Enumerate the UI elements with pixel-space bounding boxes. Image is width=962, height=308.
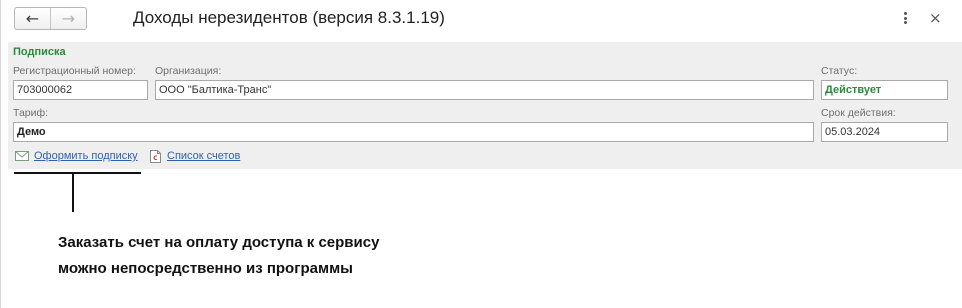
page: ← → Доходы нерезидентов (версия 8.3.1.19…: [0, 0, 962, 308]
callout-text: Заказать счет на оплату доступа к сервис…: [58, 230, 379, 282]
status-field: Действует: [821, 80, 948, 100]
navigation-buttons: ← →: [14, 7, 87, 30]
invoices-link-text[interactable]: Список счетов: [167, 150, 240, 162]
validity-label: Срок действия:: [821, 107, 896, 119]
forward-button[interactable]: →: [50, 8, 86, 29]
reg-number-label: Регистрационный номер:: [13, 65, 136, 77]
validity-field[interactable]: 05.03.2024: [821, 122, 948, 142]
more-vertical-icon[interactable]: [900, 10, 910, 26]
subscribe-link-text[interactable]: Оформить подписку: [34, 150, 138, 162]
subscribe-link[interactable]: Оформить подписку: [15, 148, 138, 164]
window-edge: [0, 0, 1, 308]
close-icon[interactable]: ×: [929, 9, 942, 27]
callout-pointer: [72, 174, 74, 212]
tariff-field[interactable]: Демо: [13, 122, 814, 142]
window-title: Доходы нерезидентов (версия 8.3.1.19): [133, 8, 445, 27]
subscription-panel: Подписка Регистрационный номер: 70300006…: [8, 42, 962, 169]
callout-underline: [14, 172, 141, 174]
reg-number-field[interactable]: 703000062: [13, 80, 148, 100]
invoice-document-icon: [150, 149, 161, 163]
back-button[interactable]: ←: [15, 8, 50, 29]
arrow-left-icon: ←: [25, 8, 40, 28]
callout-line-1: Заказать счет на оплату доступа к сервис…: [58, 234, 380, 251]
group-title: Подписка: [13, 46, 66, 58]
invoices-link[interactable]: Список счетов: [150, 148, 240, 164]
arrow-right-icon: →: [61, 8, 76, 28]
envelope-icon: [15, 151, 29, 161]
callout-line-2: можно непосредственно из программы: [58, 260, 353, 277]
organization-label: Организация:: [155, 65, 222, 77]
organization-field[interactable]: ООО "Балтика-Транс": [155, 80, 814, 100]
tariff-label: Тариф:: [13, 107, 49, 119]
status-label: Статус:: [821, 65, 858, 77]
